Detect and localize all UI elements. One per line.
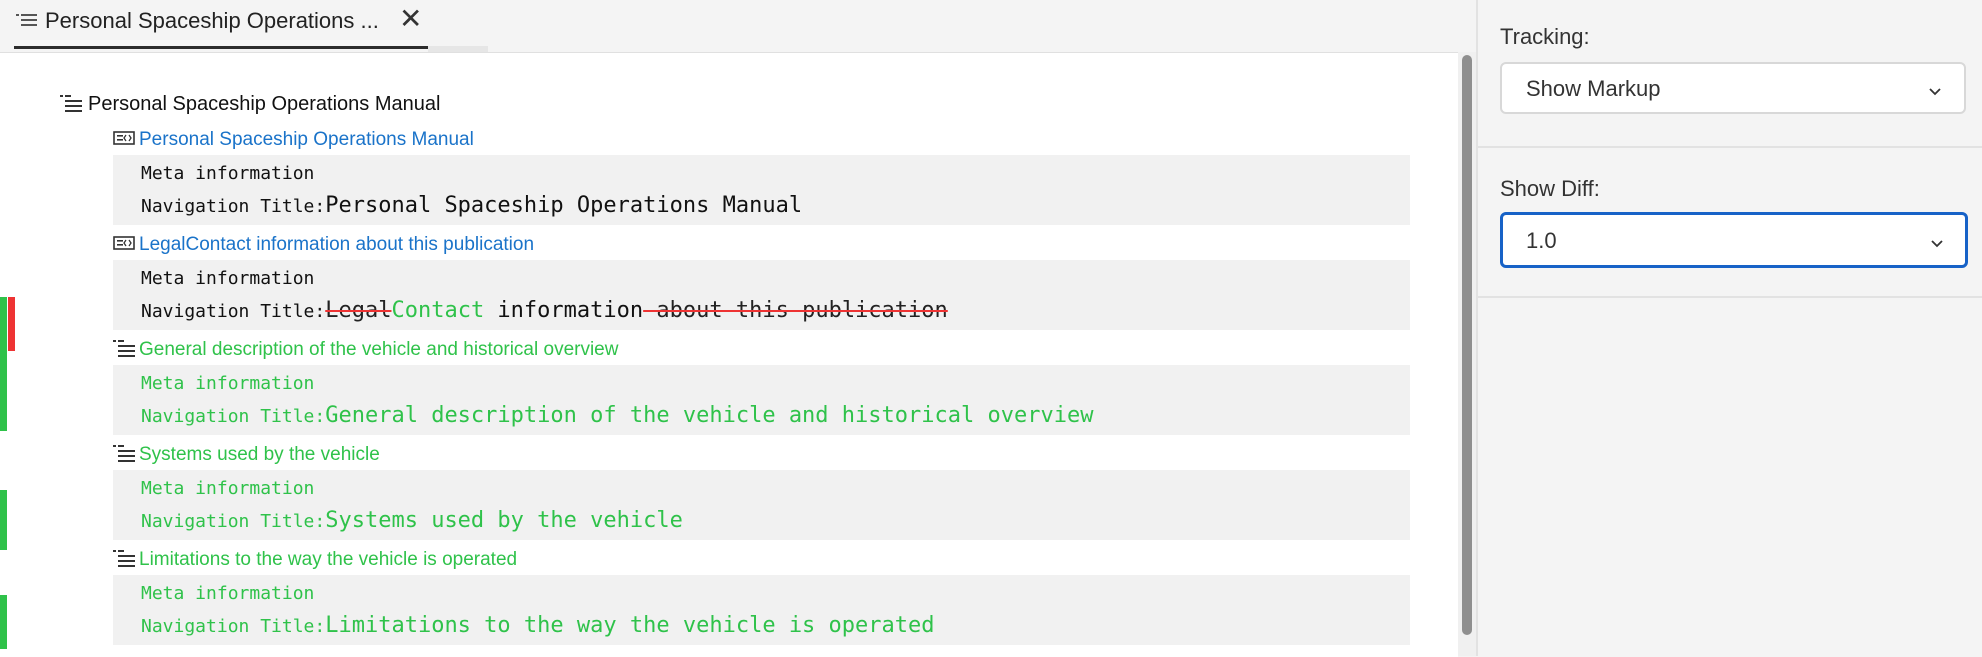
topic-icon <box>113 235 137 255</box>
nav-prefix: Navigation Title: <box>141 616 326 637</box>
deleted-text: about this publication <box>643 298 948 323</box>
chevron-down-icon <box>1930 236 1944 248</box>
common-text: information <box>484 298 644 323</box>
toc-icon <box>113 340 137 360</box>
tracking-label: Tracking: <box>1500 24 1590 49</box>
nav-prefix: Navigation Title: <box>141 301 326 322</box>
toc-icon <box>113 445 137 465</box>
entry-title-link[interactable]: Systems used by the vehicle <box>139 444 380 466</box>
nav-title-line: Navigation Title:General description of … <box>141 403 1093 428</box>
change-bar-added <box>0 389 7 431</box>
tree-entry: Systems used by the vehicle Meta informa… <box>113 440 1410 540</box>
entry-title-link[interactable]: General description of the vehicle and h… <box>139 339 618 361</box>
tracking-select[interactable]: Show Markup <box>1500 62 1966 114</box>
meta-block: Meta information Navigation Title:Person… <box>113 155 1410 225</box>
nav-prefix: Navigation Title: <box>141 196 326 217</box>
tree-entry: General description of the vehicle and h… <box>113 335 1410 435</box>
nav-title-value: Systems used by the vehicle <box>325 508 683 533</box>
meta-label: Meta information <box>141 373 315 394</box>
tab-bar: Personal Spaceship Operations ... ✕ <box>0 0 1476 52</box>
nav-prefix: Navigation Title: <box>141 511 326 532</box>
tab-document[interactable]: Personal Spaceship Operations ... ✕ <box>14 0 428 49</box>
meta-block: Meta information Navigation Title:System… <box>113 470 1410 540</box>
nav-prefix: Navigation Title: <box>141 406 326 427</box>
properties-panel: Tracking: Show Markup Show Diff: 1.0 <box>1476 0 1982 656</box>
meta-block: Meta information Navigation Title:Limita… <box>113 575 1410 645</box>
panel-divider <box>1478 146 1982 148</box>
chevron-down-icon <box>1928 84 1942 96</box>
meta-block: Meta information Navigation Title:LegalC… <box>113 260 1410 330</box>
root-label: Personal Spaceship Operations Manual <box>88 93 441 115</box>
nav-title-line: Navigation Title:Limitations to the way … <box>141 613 935 638</box>
toc-icon <box>16 12 38 30</box>
inserted-text: Contact <box>391 298 485 323</box>
entry-title-link[interactable]: Personal Spaceship Operations Manual <box>139 129 474 151</box>
meta-label: Meta information <box>141 163 315 184</box>
tab-label: Personal Spaceship Operations ... <box>45 8 379 33</box>
scrollbar-thumb[interactable] <box>1462 55 1472 635</box>
show-diff-label: Show Diff: <box>1500 176 1600 201</box>
change-bar-modified-red <box>8 297 15 351</box>
change-bar-added <box>0 490 7 550</box>
editor-pane: Personal Spaceship Operations ... ✕ Pers… <box>0 0 1476 657</box>
nav-title-line: Navigation Title:Personal Spaceship Oper… <box>141 193 802 218</box>
nav-title-value: Personal Spaceship Operations Manual <box>325 193 803 218</box>
meta-label: Meta information <box>141 583 315 604</box>
nav-title-line: Navigation Title:Systems used by the veh… <box>141 508 683 533</box>
entry-heading[interactable]: LegalContact information about this publ… <box>113 230 1410 260</box>
change-bar-modified-green <box>0 297 7 389</box>
topic-icon <box>113 130 137 150</box>
show-diff-value: 1.0 <box>1526 228 1557 253</box>
entry-heading[interactable]: Personal Spaceship Operations Manual <box>113 125 1410 155</box>
entry-heading[interactable]: Limitations to the way the vehicle is op… <box>113 545 1410 575</box>
tree-root[interactable]: Personal Spaceship Operations Manual <box>60 93 440 116</box>
nav-title-value: General description of the vehicle and h… <box>325 403 1094 428</box>
nav-title-value: LegalContact information about this publ… <box>325 298 948 323</box>
toc-icon <box>60 94 84 115</box>
deleted-text: Legal <box>325 298 392 323</box>
show-diff-select[interactable]: 1.0 <box>1500 212 1968 268</box>
change-bar-added <box>0 595 7 649</box>
meta-block: Meta information Navigation Title:Genera… <box>113 365 1410 435</box>
nav-title-line: Navigation Title:LegalContact informatio… <box>141 298 948 323</box>
panel-divider <box>1478 296 1982 298</box>
entry-heading[interactable]: General description of the vehicle and h… <box>113 335 1410 365</box>
meta-label: Meta information <box>141 268 315 289</box>
entry-title-link[interactable]: LegalContact information about this publ… <box>139 234 534 256</box>
tree-entry: Personal Spaceship Operations Manual Met… <box>113 125 1410 225</box>
tracking-value: Show Markup <box>1526 76 1661 101</box>
tree-entry: LegalContact information about this publ… <box>113 230 1410 330</box>
toc-icon <box>113 550 137 570</box>
nav-title-value: Limitations to the way the vehicle is op… <box>325 613 935 638</box>
entry-title-link[interactable]: Limitations to the way the vehicle is op… <box>139 549 517 571</box>
entry-heading[interactable]: Systems used by the vehicle <box>113 440 1410 470</box>
vertical-scrollbar[interactable] <box>1458 52 1476 656</box>
close-icon[interactable]: ✕ <box>399 2 422 35</box>
tree-entry: Limitations to the way the vehicle is op… <box>113 545 1410 645</box>
meta-label: Meta information <box>141 478 315 499</box>
document-view[interactable]: Personal Spaceship Operations Manual Per… <box>0 52 1458 657</box>
